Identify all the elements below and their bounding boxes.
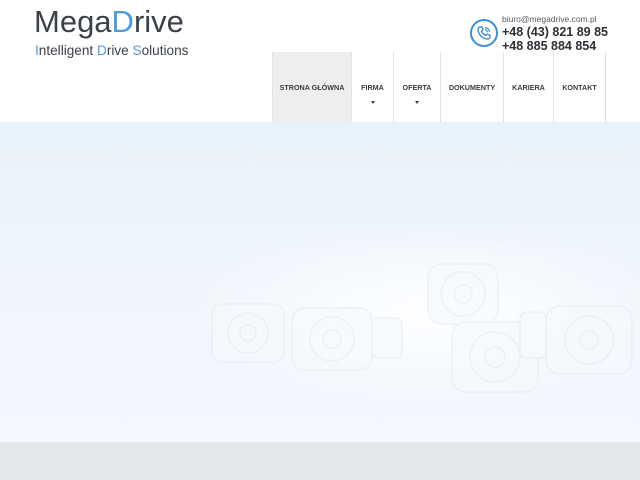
nav-item-careers[interactable]: KARIERA	[503, 52, 553, 122]
section-divider-strip	[0, 442, 640, 480]
nav-item-label: KARIERA	[512, 83, 545, 92]
nav-item-offer[interactable]: OFERTA	[393, 52, 440, 122]
main-navigation: STRONA GŁÓWNA FIRMA OFERTA DOKUMENTY KAR…	[272, 52, 606, 122]
phone-link-primary[interactable]: +48 (43) 821 89 85	[502, 25, 608, 39]
caret-down-icon	[370, 101, 375, 104]
nav-item-label: DOKUMENTY	[448, 83, 496, 92]
logo-tagline: Intelligent Drive Solutions	[35, 43, 189, 58]
nav-item-company[interactable]: FIRMA	[351, 52, 393, 122]
nav-item-label: KONTAKT	[562, 83, 597, 92]
nav-item-label: STRONA GŁÓWNA	[279, 83, 345, 92]
contact-block: biuro@megadrive.com.pl +48 (43) 821 89 8…	[470, 12, 640, 56]
nav-item-label: FIRMA	[361, 83, 384, 92]
site-header: MegaDrive Intelligent Drive Solutions bi…	[0, 0, 640, 122]
hero-banner	[0, 122, 640, 442]
gear-motors-image	[190, 222, 640, 402]
phone-link-secondary[interactable]: +48 885 884 854	[502, 39, 596, 53]
nav-item-home[interactable]: STRONA GŁÓWNA	[272, 52, 351, 122]
email-link[interactable]: biuro@megadrive.com.pl	[502, 14, 597, 24]
caret-down-icon	[415, 101, 419, 104]
logo-title: MegaDrive	[34, 4, 184, 39]
nav-item-documents[interactable]: DOKUMENTY	[440, 52, 503, 122]
logo[interactable]: MegaDrive Intelligent Drive Solutions	[34, 4, 214, 62]
nav-item-label: OFERTA	[402, 83, 432, 92]
nav-item-contact[interactable]: KONTAKT	[553, 52, 606, 122]
phone-icon	[470, 19, 498, 47]
